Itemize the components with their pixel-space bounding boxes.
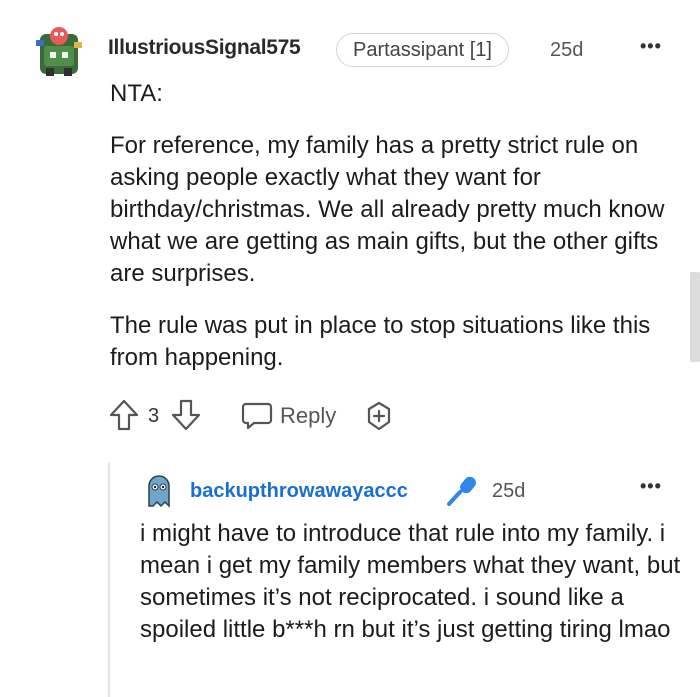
scrollbar-thumb[interactable] <box>690 272 700 362</box>
avatar[interactable] <box>34 24 84 78</box>
more-icon[interactable]: ••• <box>640 36 662 57</box>
comment-paragraph: For reference, my family has a pretty st… <box>110 132 665 287</box>
reply-avatar[interactable] <box>143 472 175 508</box>
reply-text: i might have to introduce that rule into… <box>140 520 681 643</box>
comment-age: 25d <box>550 39 584 61</box>
award-icon[interactable] <box>362 400 396 437</box>
user-flair: Partassipant [1] <box>336 33 509 67</box>
downvote-icon[interactable] <box>170 398 202 437</box>
comment-paragraph: NTA: <box>110 80 163 107</box>
reply-bubble-icon[interactable] <box>240 400 274 437</box>
more-icon[interactable]: ••• <box>640 476 662 497</box>
comment-username[interactable]: IllustriousSignal575 <box>108 36 301 60</box>
reply-button[interactable]: Reply <box>280 403 336 429</box>
microphone-icon <box>444 474 478 513</box>
thread-line[interactable] <box>108 462 110 697</box>
vote-score: 3 <box>148 405 160 427</box>
comment-paragraph: The rule was put in place to stop situat… <box>110 312 651 371</box>
upvote-icon[interactable] <box>108 398 140 437</box>
reply-username[interactable]: backupthrowawayaccc <box>190 480 408 503</box>
reply-age: 25d <box>492 480 526 502</box>
